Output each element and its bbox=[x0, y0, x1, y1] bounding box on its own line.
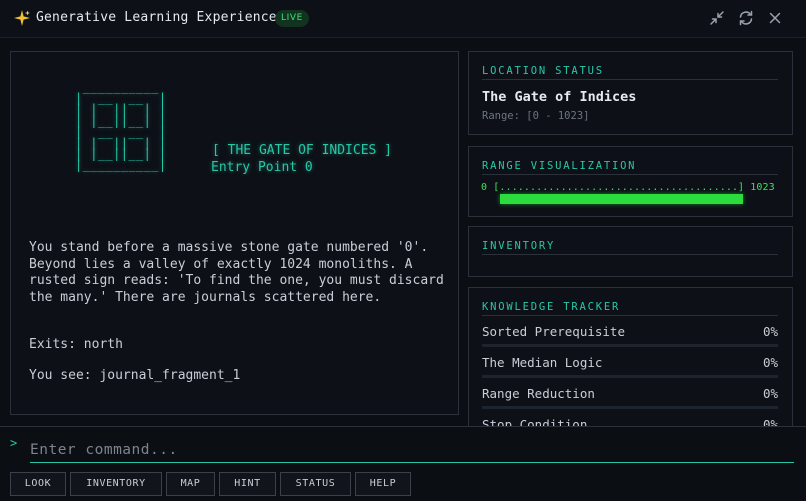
narration-text: You stand before a massive stone gate nu… bbox=[29, 240, 444, 305]
look-button[interactable]: LOOK bbox=[10, 472, 66, 496]
knowledge-item: Range Reduction 0% bbox=[482, 386, 778, 416]
location-status-heading: LOCATION STATUS bbox=[482, 65, 604, 77]
location-range: Range: [0 - 1023] bbox=[482, 110, 590, 122]
visible-items-text: You see: journal_fragment_1 bbox=[29, 368, 241, 383]
divider bbox=[482, 315, 778, 316]
knowledge-item-label: The Median Logic bbox=[482, 355, 603, 370]
knowledge-item-percent: 0% bbox=[762, 386, 778, 401]
knowledge-item: The Median Logic 0% bbox=[482, 355, 778, 385]
inventory-heading: INVENTORY bbox=[482, 240, 556, 252]
sparkle-icon bbox=[13, 9, 31, 27]
live-badge: LIVE bbox=[275, 10, 309, 27]
knowledge-item-label: Sorted Prerequisite bbox=[482, 324, 625, 339]
prompt-symbol: > bbox=[10, 436, 18, 450]
knowledge-tracker-panel: KNOWLEDGE TRACKER Sorted Prerequisite 0%… bbox=[468, 287, 793, 427]
map-button[interactable]: MAP bbox=[166, 472, 215, 496]
status-button[interactable]: STATUS bbox=[280, 472, 351, 496]
knowledge-item-percent: 0% bbox=[762, 324, 778, 339]
exits-text: Exits: north bbox=[29, 337, 123, 352]
location-tag-subtitle: Entry Point 0 bbox=[211, 160, 313, 175]
location-tag: [ THE GATE OF INDICES ] Entry Point 0 bbox=[211, 142, 392, 176]
range-line: 0 [.....................................… bbox=[481, 182, 775, 193]
knowledge-item: Sorted Prerequisite 0% bbox=[482, 324, 778, 354]
range-bar bbox=[500, 194, 743, 204]
location-name: The Gate of Indices bbox=[482, 89, 637, 105]
location-tag-title: [ THE GATE OF INDICES ] bbox=[212, 143, 393, 158]
knowledge-progress-track bbox=[482, 406, 778, 409]
range-visualization-panel: RANGE VISUALIZATION 0 [.................… bbox=[468, 146, 793, 217]
divider bbox=[482, 174, 778, 175]
inventory-panel: INVENTORY bbox=[468, 226, 793, 277]
command-input[interactable] bbox=[30, 437, 794, 463]
range-visualization-heading: RANGE VISUALIZATION bbox=[482, 160, 637, 172]
divider bbox=[482, 254, 778, 255]
gate-ascii-art: __________ | __ __ | | | || | | | |__||_… bbox=[75, 80, 167, 173]
knowledge-tracker-heading: KNOWLEDGE TRACKER bbox=[482, 301, 621, 313]
story-panel: __________ | __ __ | | | || | | | |__||_… bbox=[10, 51, 459, 415]
close-icon[interactable] bbox=[766, 9, 784, 27]
knowledge-item-label: Range Reduction bbox=[482, 386, 595, 401]
hint-button[interactable]: HINT bbox=[219, 472, 276, 496]
knowledge-progress-track bbox=[482, 375, 778, 378]
knowledge-item-percent: 0% bbox=[762, 355, 778, 370]
inventory-button[interactable]: INVENTORY bbox=[70, 472, 162, 496]
refresh-icon[interactable] bbox=[737, 9, 755, 27]
help-button[interactable]: HELP bbox=[355, 472, 411, 496]
knowledge-progress-track bbox=[482, 344, 778, 347]
minimize-icon[interactable] bbox=[708, 9, 726, 27]
location-status-panel: LOCATION STATUS The Gate of Indices Rang… bbox=[468, 51, 793, 135]
app-title: Generative Learning Experience bbox=[36, 10, 277, 25]
title-bar: Generative Learning Experience LIVE bbox=[0, 0, 806, 38]
divider bbox=[482, 79, 778, 80]
command-area: > LOOK INVENTORY MAP HINT STATUS HELP bbox=[0, 426, 806, 501]
